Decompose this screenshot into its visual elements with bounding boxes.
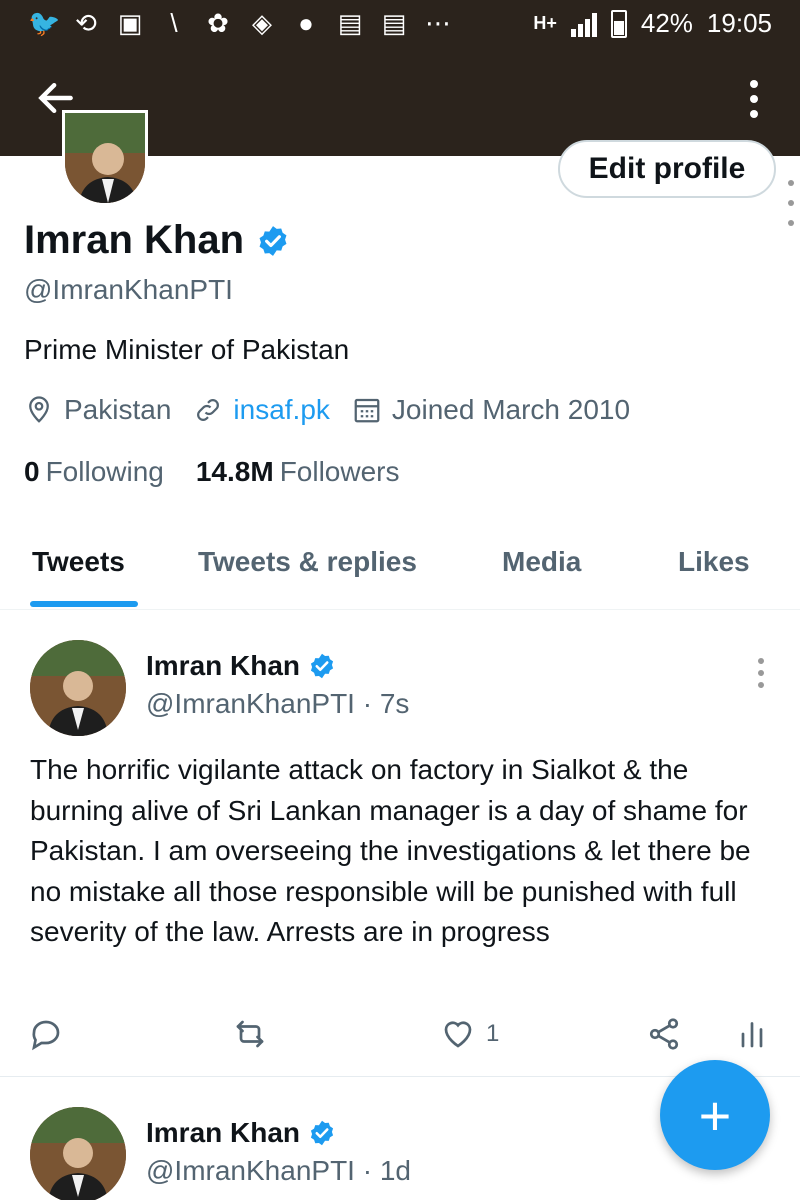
location-text: Pakistan [64,394,172,425]
share-icon [649,1018,679,1050]
retweet-icon [236,1020,264,1048]
tab-media[interactable]: Media [502,546,581,578]
location-pin-icon [29,396,49,423]
notification-icons: 🐦 ⟲ ▣ \ ✿ ◈ ● ▤ ▤ ⋯ [28,8,452,39]
calendar-icon: ▤ [381,8,407,38]
retweet-button[interactable] [232,1012,268,1056]
tweet-handle-time: @ImranKhanPTI · 7s [146,688,410,719]
profile-bio: Prime Minister of Pakistan [24,334,350,365]
tweet[interactable]: Imran Khan @ImranKhanPTI · 7s The horrif… [0,610,800,1076]
follow-stats: 0 Following 14.8M Followers [24,456,400,488]
signal-icon [570,11,597,37]
verified-badge-icon [259,225,287,256]
tab-tweets[interactable]: Tweets [32,546,125,578]
profile-meta: Pakistan insaf.pk Joined March 2010 [24,394,652,426]
tweet-text: The horrific vigilante attack on factory… [30,754,751,947]
like-count: 1 [486,1020,500,1047]
profile-avatar[interactable] [62,110,148,206]
tweet-avatar[interactable] [30,1107,126,1200]
share-button[interactable] [646,1012,682,1056]
twitter-icon: 🐦 [28,8,61,38]
website[interactable]: insaf.pk [193,394,330,426]
active-tab-indicator [30,601,138,607]
following-label: Following [45,456,164,487]
system-status: H+ 42% 19:05 [533,8,772,39]
profile-tabs: Tweets Tweets & replies Media Likes [0,528,800,610]
bomb-icon: ● [298,8,314,38]
profile-name: Imran Khan [24,218,290,263]
link-icon [197,399,220,421]
battery-percent: 42% [640,8,693,38]
tweet-avatar[interactable] [30,640,126,736]
followers-count: 14.8M [195,456,274,487]
blackberry-icon: ◈ [252,8,272,38]
location: Pakistan [24,394,171,426]
following-stat[interactable]: 0 Following [24,456,164,488]
bike-icon: ✿ [207,8,229,38]
analytics-icon [741,1022,763,1048]
network-type: H+ [533,13,557,33]
gallery-icon: ▣ [117,8,143,38]
profile-handle: @ImranKhanPTI [24,274,233,305]
reply-button[interactable] [28,1012,64,1056]
following-count: 0 [24,456,40,487]
followers-stat[interactable]: 14.8M Followers [196,456,400,488]
followers-label: Followers [279,456,400,487]
tweet-actions: 1 [0,1012,800,1056]
joined-text: Joined March 2010 [391,394,631,425]
tweet-handle-time: @ImranKhanPTI · 1d [146,1155,411,1186]
calendar-icon: ▤ [337,8,363,38]
compose-tweet-button[interactable]: + [660,1060,770,1170]
like-button[interactable]: 1 [440,1012,499,1056]
edit-profile-button[interactable]: Edit profile [558,140,776,198]
tab-tweets-replies[interactable]: Tweets & replies [198,546,417,578]
battery-icon [610,9,627,38]
verified-badge-icon [310,653,334,679]
tweet-author[interactable]: Imran Khan [146,650,336,682]
tweet-more-icon[interactable] [758,658,766,694]
tweet-author-name: Imran Khan [146,650,301,681]
website-link[interactable]: insaf.pk [233,394,330,426]
analytics-button[interactable] [734,1012,770,1056]
tweet-author[interactable]: Imran Khan [146,1117,336,1149]
tab-likes[interactable]: Likes [678,546,750,578]
antenna-icon: \ [170,8,178,38]
profile-name-text: Imran Khan [24,218,245,262]
clock: 19:05 [706,8,772,38]
verified-badge-icon [310,1120,334,1146]
tweet-author-name: Imran Khan [146,1117,301,1148]
reply-icon [32,1020,60,1051]
sync-icon: ⟲ [75,8,97,38]
more-icon: ⋯ [425,8,451,38]
scroll-indicator [788,180,796,240]
status-bar: 🐦 ⟲ ▣ \ ✿ ◈ ● ▤ ▤ ⋯ H+ 42% 19:05 [0,0,800,50]
more-vertical-icon[interactable] [744,80,764,126]
heart-icon [444,1021,472,1048]
calendar-icon [354,398,380,423]
joined-date: Joined March 2010 [352,394,630,426]
